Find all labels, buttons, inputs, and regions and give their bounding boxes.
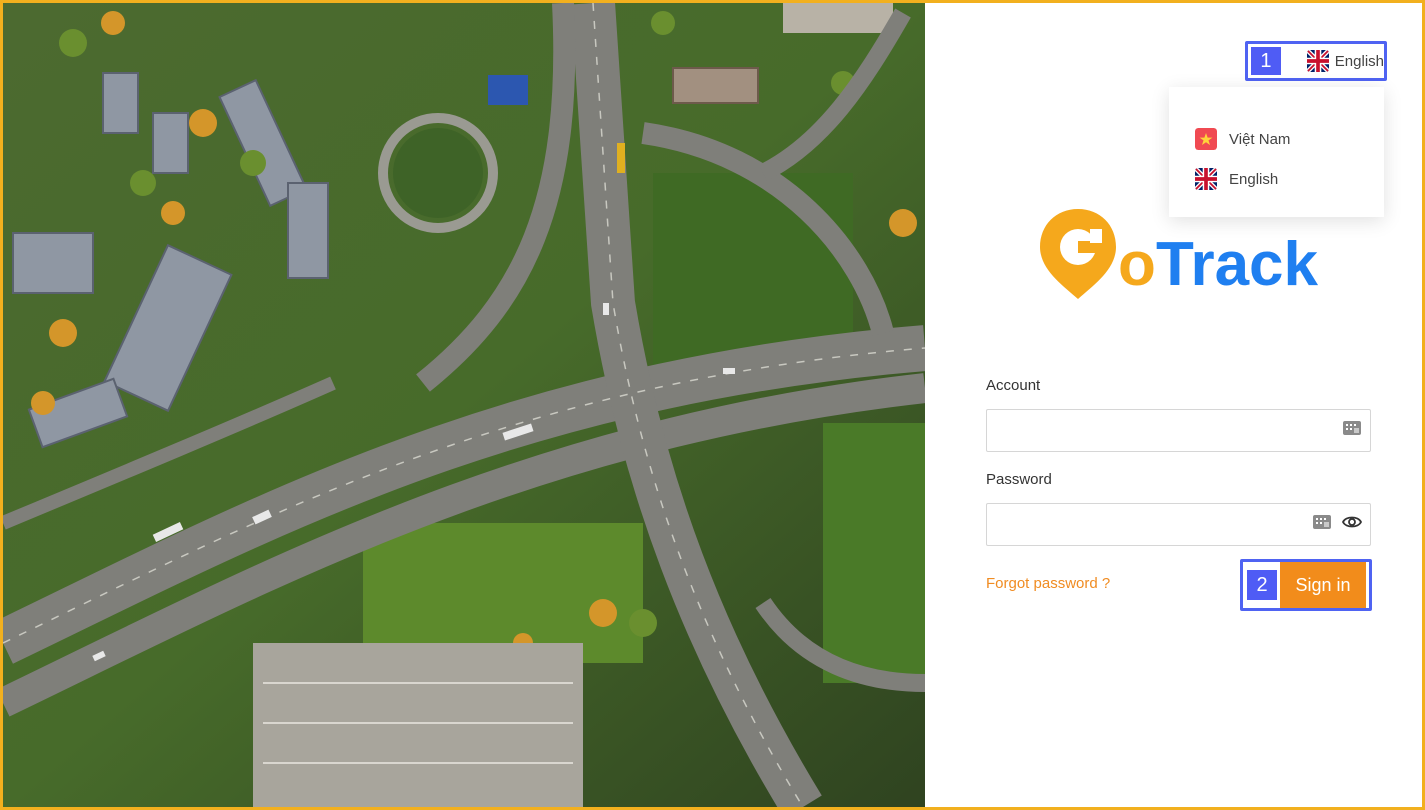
language-option-label: English: [1229, 170, 1279, 188]
aerial-city-photo: [3, 3, 925, 807]
password-label: Password: [986, 471, 1052, 488]
uk-flag-icon: [1306, 50, 1329, 72]
callout-badge: 1: [1251, 47, 1281, 75]
language-option-label: Việt Nam: [1229, 130, 1291, 148]
account-input[interactable]: [987, 410, 1332, 451]
language-option-vietnam[interactable]: Việt Nam: [1169, 119, 1384, 159]
keyboard-icon[interactable]: [1342, 418, 1362, 443]
sign-in-button[interactable]: Sign in: [1280, 562, 1366, 608]
login-form: Account Password: [986, 377, 1371, 546]
sign-in-callout: 2 Sign in: [1240, 559, 1372, 611]
forgot-password-link[interactable]: Forgot password ?: [986, 575, 1110, 592]
vietnam-flag-icon: [1195, 128, 1217, 150]
gotrack-logo: o Track: [1038, 207, 1319, 302]
current-language-label: English: [1334, 52, 1384, 70]
password-field: [986, 503, 1371, 546]
keyboard-icon[interactable]: [1312, 512, 1332, 537]
login-panel: 1 English Việt Nam English o Track Accou…: [925, 3, 1422, 807]
language-menu: Việt Nam English: [1169, 87, 1384, 217]
account-label: Account: [986, 377, 1041, 394]
language-option-english[interactable]: English: [1169, 159, 1384, 199]
aerial-photo-illustration: [3, 3, 925, 807]
language-switcher[interactable]: 1 English: [1245, 41, 1387, 81]
callout-badge: 2: [1247, 570, 1277, 600]
account-field: [986, 409, 1371, 452]
logo-text-o: o: [1118, 230, 1156, 299]
app-frame: 1 English Việt Nam English o Track Accou…: [0, 0, 1425, 810]
eye-icon[interactable]: [1341, 512, 1363, 537]
password-input[interactable]: [987, 504, 1302, 545]
form-actions: Forgot password ? 2 Sign in: [986, 559, 1372, 611]
logo-text-track: Track: [1156, 230, 1318, 299]
uk-flag-icon: [1195, 168, 1217, 190]
